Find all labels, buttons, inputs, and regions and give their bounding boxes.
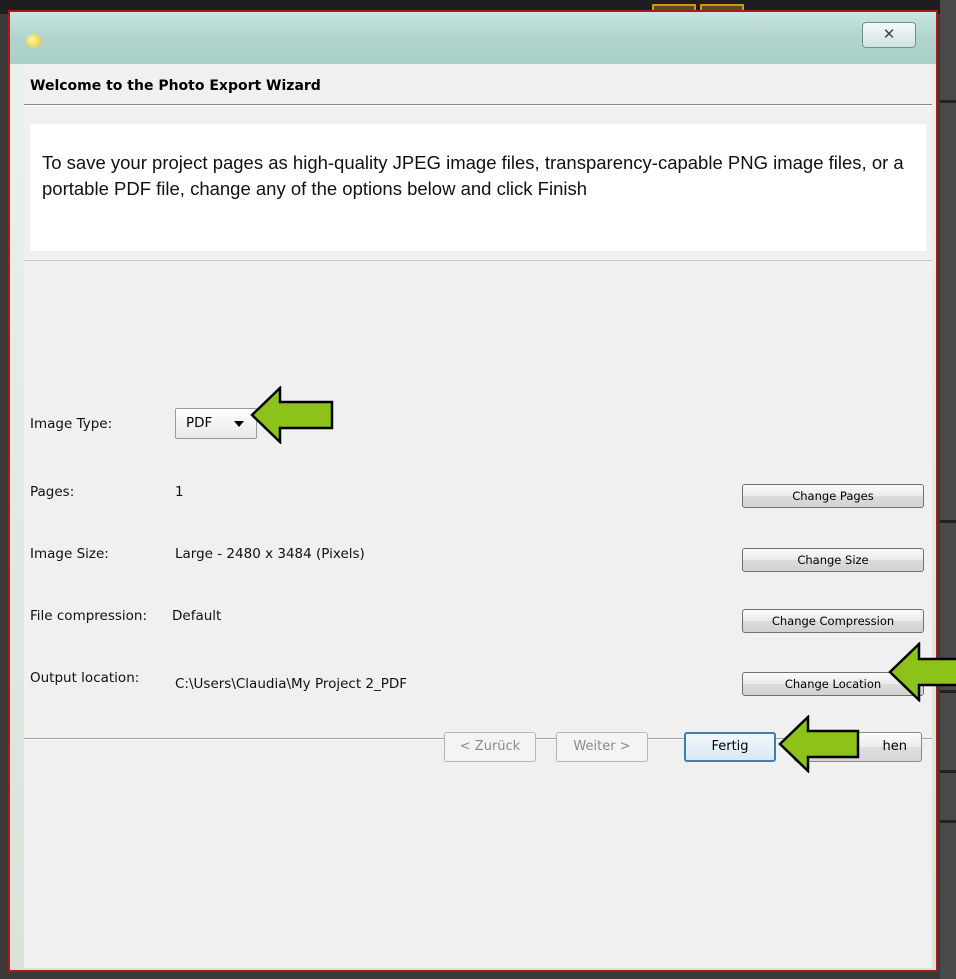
finish-button[interactable]: Fertig	[684, 732, 776, 762]
background-side-panel	[940, 0, 956, 979]
image-size-value: Large - 2480 x 3484 (Pixels)	[175, 546, 365, 562]
image-size-label: Image Size:	[30, 546, 109, 562]
change-size-button[interactable]: Change Size	[742, 548, 924, 572]
output-location-value: C:\Users\Claudia\My Project 2_PDF	[175, 676, 408, 692]
change-compression-button[interactable]: Change Compression	[742, 609, 924, 633]
pages-value: 1	[175, 484, 184, 500]
compression-label: File compression:	[30, 608, 148, 624]
wizard-content: Welcome to the Photo Export Wizard To sa…	[24, 64, 932, 968]
title-bar[interactable]: ✕	[10, 12, 936, 64]
annotation-arrow-icon	[888, 642, 956, 702]
divider	[24, 105, 932, 106]
image-type-select[interactable]: PDF	[175, 408, 257, 439]
intro-text: To save your project pages as high-quali…	[42, 152, 904, 199]
pages-label: Pages:	[30, 484, 75, 500]
close-icon: ✕	[882, 25, 896, 43]
divider	[24, 260, 932, 261]
cancel-button-label: hen	[882, 739, 907, 754]
annotation-arrow-icon	[250, 386, 334, 444]
back-button[interactable]: < Zurück	[444, 732, 536, 762]
app-icon	[26, 34, 42, 48]
page-title: Welcome to the Photo Export Wizard	[30, 78, 321, 94]
image-type-value: PDF	[186, 415, 213, 431]
close-button[interactable]: ✕	[862, 22, 916, 48]
change-pages-button[interactable]: Change Pages	[742, 484, 924, 508]
image-type-label: Image Type:	[30, 416, 113, 432]
compression-value: Default	[172, 608, 222, 624]
output-location-label: Output location:	[30, 670, 140, 686]
annotation-arrow-icon	[778, 715, 860, 773]
intro-panel: To save your project pages as high-quali…	[30, 124, 926, 251]
export-wizard-dialog: ✕ Welcome to the Photo Export Wizard To …	[8, 10, 938, 972]
next-button[interactable]: Weiter >	[556, 732, 648, 762]
dropdown-caret-icon	[234, 421, 244, 427]
